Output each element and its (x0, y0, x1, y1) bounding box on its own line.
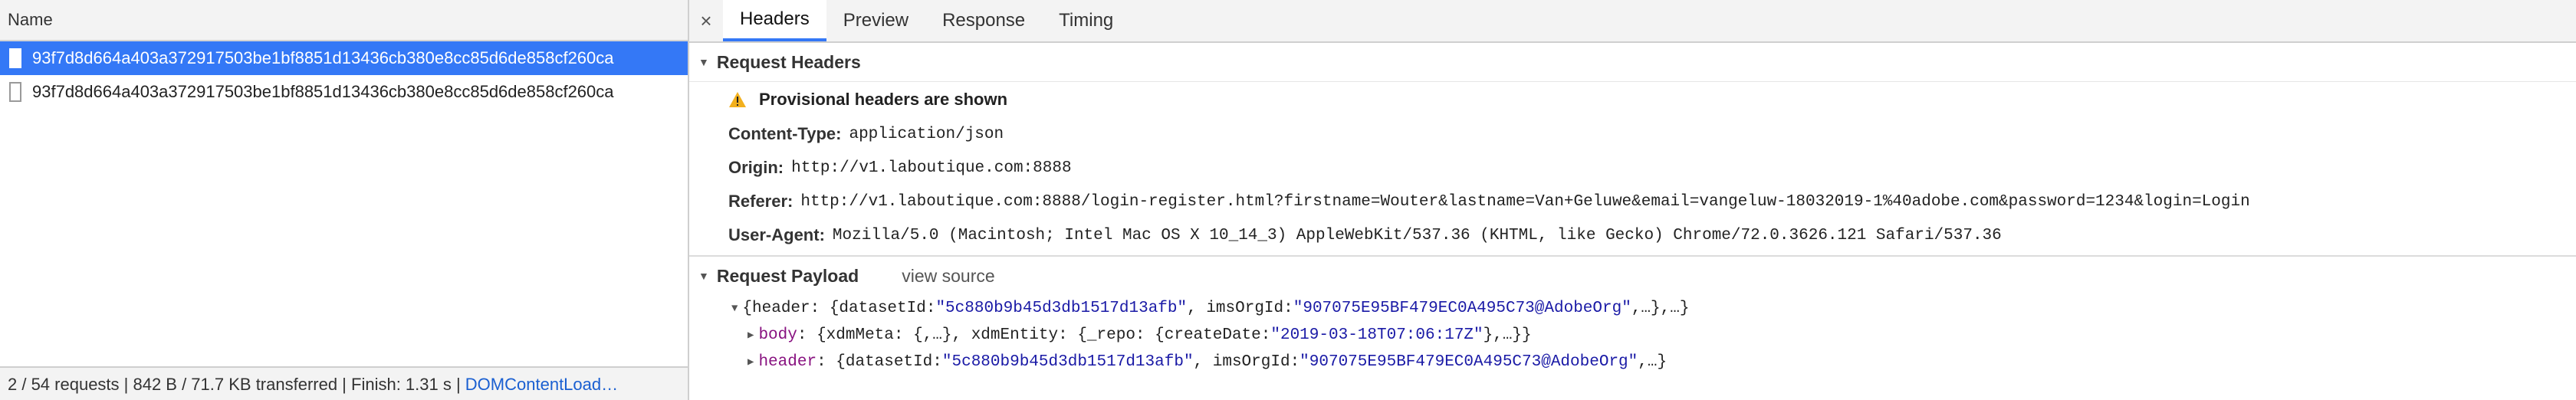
collapsed-triangle-icon: ▶ (748, 356, 754, 369)
payload-header-node[interactable]: ▶ header: {datasetId: "5c880b9b45d3db151… (689, 349, 2576, 375)
header-key: Content-Type: (728, 124, 842, 143)
request-row-selected[interactable]: 93f7d8d664a403a372917503be1bf8851d13436c… (0, 41, 688, 75)
request-row[interactable]: 93f7d8d664a403a372917503be1bf8851d13436c… (0, 75, 688, 109)
header-row-content-type: Content-Type: application/json (689, 117, 2576, 151)
header-row-referer: Referer: http://v1.laboutique.com:8888/l… (689, 185, 2576, 218)
details-tabbar: × Headers Preview Response Timing (689, 0, 2576, 43)
request-name: 93f7d8d664a403a372917503be1bf8851d13436c… (32, 48, 614, 67)
header-row-origin: Origin: http://v1.laboutique.com:8888 (689, 151, 2576, 185)
expanded-triangle-icon: ▼ (731, 302, 738, 315)
provisional-text: Provisional headers are shown (759, 90, 1008, 109)
document-icon (9, 48, 21, 68)
provisional-warning: Provisional headers are shown (689, 82, 2576, 117)
name-column-header[interactable]: Name (0, 0, 688, 41)
close-icon[interactable]: × (689, 0, 723, 41)
header-row-user-agent: User-Agent: Mozilla/5.0 (Macintosh; Inte… (689, 218, 2576, 252)
section-title: Request Payload (716, 265, 859, 286)
warning-icon (729, 92, 746, 107)
request-headers-section-toggle[interactable]: ▼ Request Headers (689, 43, 2576, 82)
collapsed-triangle-icon: ▶ (748, 330, 754, 342)
header-value: http://v1.laboutique.com:8888/login-regi… (800, 192, 2250, 211)
tab-timing[interactable]: Timing (1042, 0, 1130, 41)
header-value: http://v1.laboutique.com:8888 (791, 159, 1072, 177)
section-title: Request Headers (716, 51, 861, 72)
header-value: Mozilla/5.0 (Macintosh; Intel Mac OS X 1… (832, 226, 2002, 244)
tab-preview[interactable]: Preview (826, 0, 925, 41)
request-details-panel: × Headers Preview Response Timing ▼ Requ… (689, 0, 2576, 400)
header-key: Origin: (728, 158, 784, 177)
payload-body-node[interactable]: ▶ body: {xdmMeta: {,…}, xdmEntity: {_rep… (689, 322, 2576, 349)
tab-response[interactable]: Response (925, 0, 1042, 41)
expanded-triangle-icon: ▼ (698, 270, 709, 282)
header-value: application/json (849, 125, 1004, 143)
request-payload-section-toggle[interactable]: ▼ Request Payload view source (689, 257, 2576, 295)
tab-headers[interactable]: Headers (723, 0, 826, 41)
payload-tree: ▼ {header: {datasetId: "5c880b9b45d3db15… (689, 295, 2576, 375)
request-list-panel: Name 93f7d8d664a403a372917503be1bf8851d1… (0, 0, 689, 400)
network-status-bar: 2 / 54 requests | 842 B / 71.7 KB transf… (0, 366, 688, 400)
domcontentloaded-link[interactable]: DOMContentLoad… (465, 375, 618, 394)
header-key: User-Agent: (728, 225, 825, 244)
request-name: 93f7d8d664a403a372917503be1bf8851d13436c… (32, 82, 614, 101)
expanded-triangle-icon: ▼ (698, 56, 709, 68)
status-summary: 2 / 54 requests | 842 B / 71.7 KB transf… (8, 375, 465, 394)
header-key: Referer: (728, 192, 794, 211)
document-icon (9, 82, 21, 102)
view-source-link[interactable]: view source (902, 266, 994, 287)
payload-root-node[interactable]: ▼ {header: {datasetId: "5c880b9b45d3db15… (689, 295, 2576, 322)
